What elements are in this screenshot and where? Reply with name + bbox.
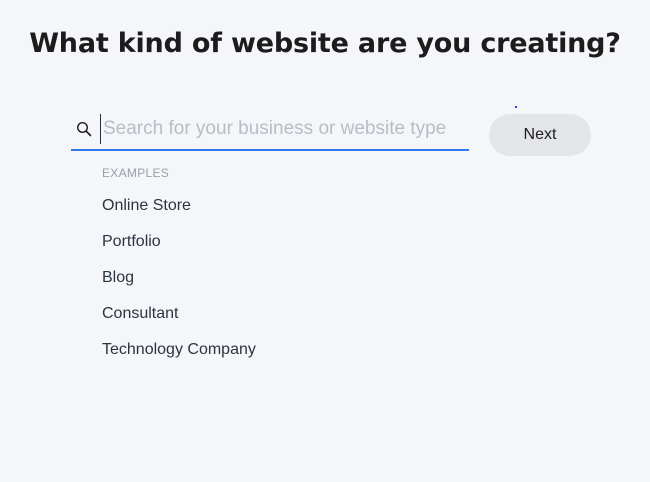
example-item-online-store[interactable]: Online Store <box>102 196 256 232</box>
example-item-blog[interactable]: Blog <box>102 268 256 304</box>
example-item-portfolio[interactable]: Portfolio <box>102 232 256 268</box>
examples-heading: EXAMPLES <box>102 166 170 180</box>
next-button[interactable]: Next <box>489 114 591 156</box>
search-input[interactable] <box>100 114 466 144</box>
search-icon <box>76 121 92 137</box>
example-item-technology-company[interactable]: Technology Company <box>102 340 256 376</box>
decorative-dot <box>515 106 517 108</box>
example-item-consultant[interactable]: Consultant <box>102 304 256 340</box>
search-field[interactable] <box>71 110 469 151</box>
examples-list: Online Store Portfolio Blog Consultant T… <box>102 196 256 376</box>
page-title: What kind of website are you creating? <box>29 28 621 59</box>
